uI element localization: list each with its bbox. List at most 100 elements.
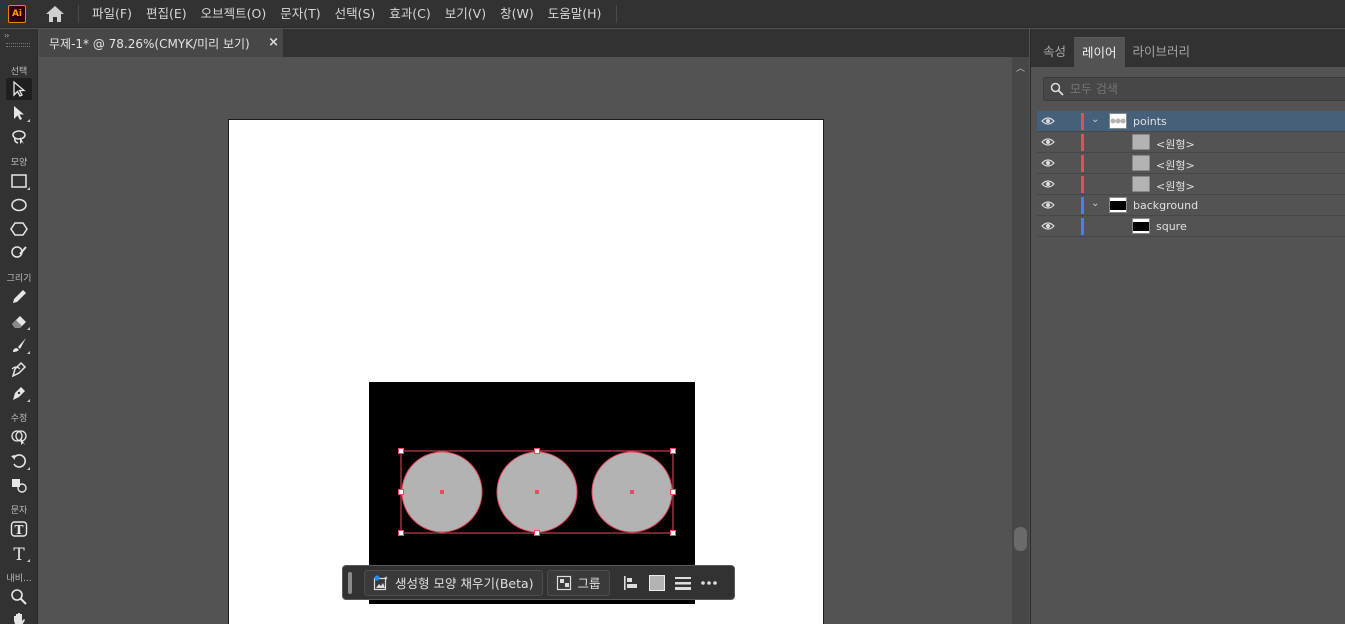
- layer-color-bar: [1081, 113, 1084, 130]
- section-label-draw: 그리기: [6, 274, 32, 284]
- more-options-button[interactable]: [696, 570, 722, 596]
- selection-handle[interactable]: [534, 530, 540, 536]
- rectangle-tool[interactable]: [6, 170, 32, 192]
- align-left-button[interactable]: [618, 570, 644, 596]
- menu-type[interactable]: 문자(T): [273, 0, 327, 28]
- menu-file[interactable]: 파일(F): [85, 0, 139, 28]
- selection-tool[interactable]: [6, 78, 32, 100]
- canvas-area[interactable]: [39, 57, 1012, 624]
- scroll-up-icon[interactable]: ︿: [1016, 61, 1025, 74]
- search-icon: [1050, 82, 1064, 96]
- pen-tool[interactable]: [6, 382, 32, 404]
- document-tab-bar: 무제-1* @ 78.26%(CMYK/미리 보기) ×: [39, 29, 1029, 57]
- ellipse-tool[interactable]: [6, 194, 32, 216]
- visibility-eye-icon[interactable]: [1041, 219, 1055, 233]
- collapse-toolbar-icon[interactable]: ››: [4, 31, 10, 40]
- tab-properties[interactable]: 속성: [1035, 37, 1074, 67]
- shaper-tool[interactable]: [6, 242, 32, 264]
- pencil-tool[interactable]: [6, 286, 32, 308]
- menu-effect[interactable]: 효과(C): [382, 0, 437, 28]
- visibility-eye-icon[interactable]: [1041, 177, 1055, 191]
- layer-name: points: [1133, 115, 1167, 128]
- type-tool[interactable]: T: [6, 542, 32, 564]
- center-point: [440, 490, 444, 494]
- expand-chevron-icon[interactable]: ⌄: [1091, 114, 1099, 125]
- selection-handle[interactable]: [534, 448, 540, 454]
- section-label-type: 문자: [10, 506, 28, 516]
- rotate-tool[interactable]: [6, 450, 32, 472]
- lasso-tool[interactable]: [6, 126, 32, 148]
- layer-color-bar: [1081, 197, 1084, 214]
- selection-handle[interactable]: [670, 448, 676, 454]
- section-label-shape: 모양: [10, 158, 28, 168]
- touch-type-tool[interactable]: T: [6, 518, 32, 540]
- document-tab-title: 무제-1* @ 78.26%(CMYK/미리 보기): [49, 36, 250, 51]
- menu-bar: Ai 파일(F) 편집(E) 오브젝트(O) 문자(T) 선택(S) 효과(C)…: [0, 0, 1345, 28]
- selection-handle[interactable]: [670, 530, 676, 536]
- rotate-icon: [11, 454, 26, 468]
- document-tab[interactable]: 무제-1* @ 78.26%(CMYK/미리 보기) ×: [39, 29, 283, 57]
- selection-handle[interactable]: [398, 448, 404, 454]
- visibility-eye-icon[interactable]: [1041, 114, 1055, 128]
- toolbar-grip[interactable]: [6, 43, 30, 47]
- scrollbar-thumb[interactable]: [1014, 527, 1027, 551]
- tab-layers[interactable]: 레이어: [1074, 37, 1125, 67]
- group-label: 그룹: [577, 576, 601, 591]
- generative-fill-button[interactable]: 생성형 모양 채우기(Beta): [364, 569, 543, 596]
- layer-row[interactable]: ⌄ background: [1037, 195, 1345, 216]
- taskbar-grip[interactable]: [348, 571, 352, 594]
- fill-swatch-icon: [648, 574, 665, 591]
- layer-thumbnail: [1109, 197, 1127, 213]
- layer-row[interactable]: ⌄ points: [1037, 111, 1345, 132]
- sublayer-row[interactable]: <원형>: [1037, 132, 1345, 153]
- layer-name: <원형>: [1156, 159, 1195, 172]
- app-logo: Ai: [8, 4, 26, 23]
- eraser-tool[interactable]: [6, 310, 32, 332]
- polygon-tool[interactable]: [6, 218, 32, 240]
- menu-window[interactable]: 창(W): [493, 0, 541, 28]
- selection-handle[interactable]: [670, 489, 676, 495]
- home-icon[interactable]: [44, 3, 66, 25]
- layer-name: squre: [1156, 220, 1187, 233]
- scale-tool[interactable]: [6, 474, 32, 496]
- touch-type-icon: T: [10, 521, 28, 537]
- sublayer-row[interactable]: <원형>: [1037, 153, 1345, 174]
- close-icon[interactable]: ×: [268, 35, 279, 50]
- tab-libraries[interactable]: 라이브러리: [1125, 37, 1199, 67]
- vertical-scrollbar[interactable]: ︿: [1012, 57, 1029, 624]
- sublayer-row[interactable]: squre: [1037, 216, 1345, 237]
- menu-separator: [78, 4, 79, 23]
- layer-thumbnail: [1132, 155, 1150, 171]
- direct-selection-icon: [14, 106, 24, 120]
- menu-object[interactable]: 오브젝트(O): [194, 0, 274, 28]
- layer-name: background: [1133, 199, 1199, 212]
- menu-edit[interactable]: 편집(E): [139, 0, 194, 28]
- pen-icon: [13, 387, 25, 400]
- paintbrush-tool[interactable]: [6, 334, 32, 356]
- group-button[interactable]: 그룹: [546, 569, 610, 596]
- sublayer-row[interactable]: <원형>: [1037, 174, 1345, 195]
- visibility-eye-icon[interactable]: [1041, 198, 1055, 212]
- layer-search-input[interactable]: [1070, 82, 1330, 96]
- selection-handle[interactable]: [398, 530, 404, 536]
- stroke-weight-button[interactable]: [670, 570, 696, 596]
- menu-view[interactable]: 보기(V): [438, 0, 493, 28]
- direct-selection-tool[interactable]: [6, 102, 32, 124]
- layer-color-bar: [1081, 218, 1084, 235]
- blob-brush-tool[interactable]: [6, 358, 32, 380]
- menu-select[interactable]: 선택(S): [328, 0, 383, 28]
- shape-builder-tool[interactable]: [6, 426, 32, 448]
- menu-help[interactable]: 도움말(H): [541, 0, 609, 28]
- layer-search-box[interactable]: [1043, 77, 1345, 101]
- selection-handle[interactable]: [398, 489, 404, 495]
- more-horizontal-icon: [700, 580, 717, 585]
- fill-stroke-button[interactable]: [644, 570, 670, 596]
- artwork-layer: [369, 382, 695, 604]
- visibility-eye-icon[interactable]: [1041, 135, 1055, 149]
- menu-separator: [616, 4, 618, 23]
- layer-thumbnail: [1132, 134, 1150, 150]
- hand-tool[interactable]: [6, 609, 32, 624]
- expand-chevron-icon[interactable]: ⌄: [1091, 198, 1099, 209]
- zoom-tool[interactable]: [6, 586, 32, 608]
- visibility-eye-icon[interactable]: [1041, 156, 1055, 170]
